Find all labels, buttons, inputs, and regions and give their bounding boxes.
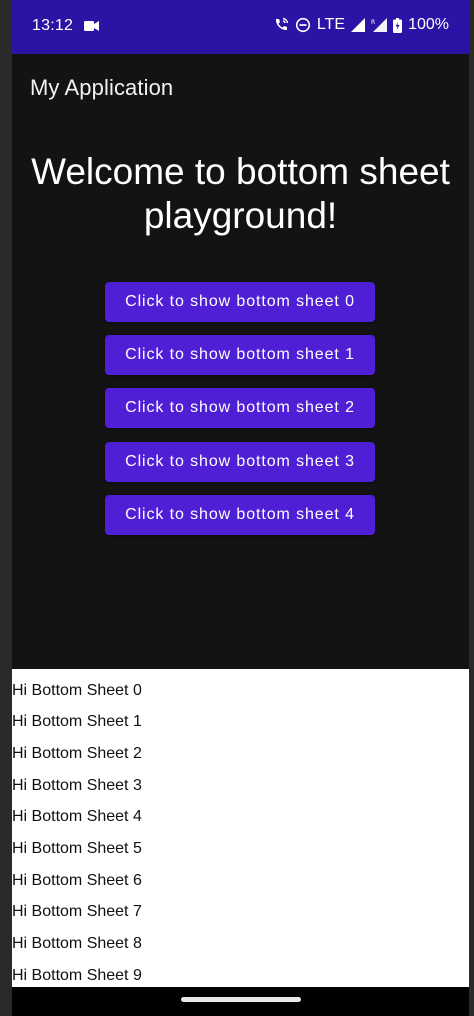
device-bezel-right xyxy=(469,0,474,1016)
video-camera-icon xyxy=(84,19,100,33)
main-content: Welcome to bottom sheet playground! Clic… xyxy=(12,122,469,668)
bottom-sheet-item[interactable]: Hi Bottom Sheet 0 xyxy=(12,675,469,707)
gesture-handle[interactable] xyxy=(181,997,301,1002)
network-type: LTE xyxy=(316,16,346,33)
bottom-sheet-item[interactable]: Hi Bottom Sheet 4 xyxy=(12,801,469,833)
bottom-sheet-item[interactable]: Hi Bottom Sheet 1 xyxy=(12,706,469,738)
do-not-disturb-icon xyxy=(295,17,311,33)
bottom-sheet-item[interactable]: Hi Bottom Sheet 7 xyxy=(12,896,469,928)
bottom-sheet-item[interactable]: Hi Bottom Sheet 8 xyxy=(12,928,469,960)
battery-icon xyxy=(393,17,403,33)
bottom-sheet-item[interactable]: Hi Bottom Sheet 5 xyxy=(12,833,469,865)
svg-text:R: R xyxy=(371,19,375,26)
navigation-bar xyxy=(12,987,469,1016)
bottom-sheet-item[interactable]: Hi Bottom Sheet 3 xyxy=(12,770,469,802)
signal-icon xyxy=(351,18,366,32)
app-title: My Application xyxy=(30,75,174,100)
phone-screen: 13:12 LTE R 100% My Application Welcome … xyxy=(12,0,469,1016)
show-bottom-sheet-3-button[interactable]: Click to show bottom sheet 3 xyxy=(105,442,375,482)
bottom-sheet-item[interactable]: Hi Bottom Sheet 6 xyxy=(12,865,469,897)
app-bar: My Application xyxy=(12,54,469,122)
show-bottom-sheet-1-button[interactable]: Click to show bottom sheet 1 xyxy=(105,335,375,375)
show-bottom-sheet-0-button[interactable]: Click to show bottom sheet 0 xyxy=(105,282,375,322)
bottom-sheet-item[interactable]: Hi Bottom Sheet 2 xyxy=(12,738,469,770)
battery-percent: 100% xyxy=(408,16,449,33)
status-bar: 13:12 LTE R 100% xyxy=(12,0,469,54)
bottom-sheet[interactable]: Hi Bottom Sheet 0 Hi Bottom Sheet 1 Hi B… xyxy=(12,669,469,987)
roaming-signal-icon: R xyxy=(371,18,388,32)
device-bezel-left xyxy=(0,0,12,1016)
status-icons: LTE R 100% xyxy=(273,16,449,34)
bottom-sheet-item[interactable]: Hi Bottom Sheet 9 xyxy=(12,960,469,987)
status-time: 13:12 xyxy=(32,17,74,34)
wifi-calling-icon xyxy=(273,17,289,33)
show-bottom-sheet-4-button[interactable]: Click to show bottom sheet 4 xyxy=(105,495,375,535)
show-bottom-sheet-2-button[interactable]: Click to show bottom sheet 2 xyxy=(105,388,375,428)
welcome-heading: Welcome to bottom sheet playground! xyxy=(31,151,450,236)
